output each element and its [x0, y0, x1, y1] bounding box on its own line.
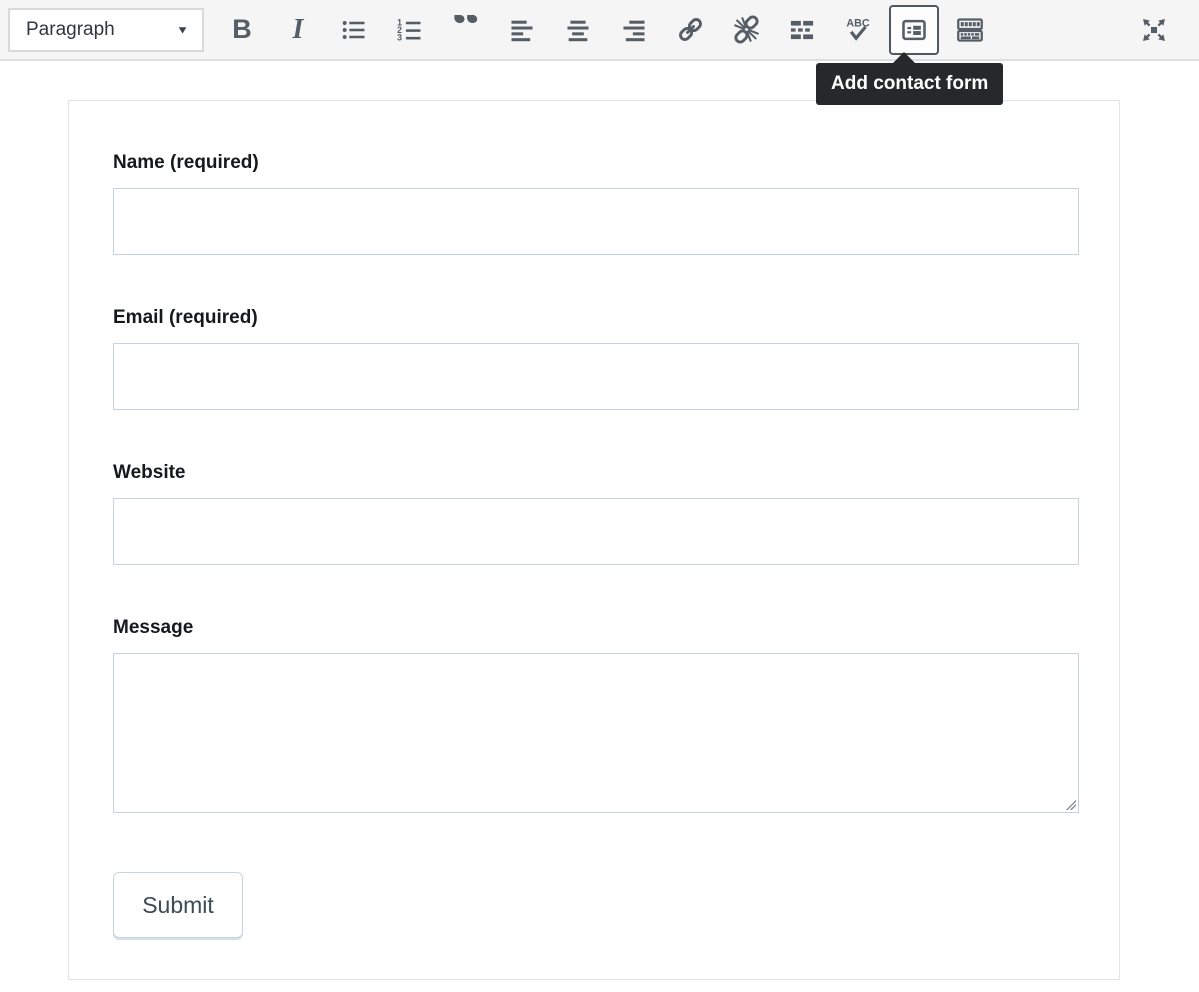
link-icon [676, 15, 705, 44]
form-field-message: Message [113, 616, 1077, 813]
contact-form-preview[interactable]: Name (required) Email (required) Website… [68, 100, 1120, 980]
spellcheck-button[interactable]: ABC [835, 7, 881, 53]
fullscreen-icon [1140, 16, 1168, 44]
form-field-website: Website [113, 461, 1077, 565]
bullet-list-icon [340, 16, 368, 44]
svg-text:ABC: ABC [846, 17, 870, 29]
paragraph-style-dropdown[interactable]: Paragraph ▼ [8, 8, 204, 52]
field-label-website: Website [113, 461, 1077, 484]
tooltip-label: Add contact form [831, 73, 988, 94]
editor-toolbar: Paragraph ▼ B I 1 2 3 “ [0, 0, 1199, 61]
bold-button[interactable]: B [219, 7, 265, 53]
keyboard-icon [955, 15, 985, 45]
field-label-email: Email (required) [113, 306, 1077, 329]
align-left-button[interactable] [499, 7, 545, 53]
tooltip-add-contact-form: Add contact form [816, 63, 1003, 105]
align-left-icon [508, 16, 536, 44]
email-input[interactable] [113, 343, 1079, 410]
field-label-name: Name (required) [113, 151, 1077, 174]
contact-form-icon [900, 16, 928, 44]
numbered-list-button[interactable]: 1 2 3 [387, 7, 433, 53]
field-label-message: Message [113, 616, 1077, 639]
link-button[interactable] [667, 7, 713, 53]
message-textarea[interactable] [113, 653, 1079, 813]
insert-more-tag-button[interactable] [779, 7, 825, 53]
submit-button[interactable]: Submit [113, 872, 243, 938]
name-input[interactable] [113, 188, 1079, 255]
align-center-icon [564, 16, 592, 44]
distraction-free-button[interactable] [1131, 7, 1177, 53]
italic-icon: I [293, 14, 304, 46]
align-right-icon [620, 16, 648, 44]
unlink-icon [732, 15, 761, 44]
form-field-email: Email (required) [113, 306, 1077, 410]
unlink-button[interactable] [723, 7, 769, 53]
paragraph-style-label: Paragraph [26, 19, 115, 41]
bullet-list-button[interactable] [331, 7, 377, 53]
blockquote-button[interactable]: “ [443, 7, 489, 53]
website-input[interactable] [113, 498, 1079, 565]
blockquote-icon: “ [452, 15, 481, 45]
form-field-name: Name (required) [113, 151, 1077, 255]
chevron-down-icon: ▼ [176, 23, 189, 36]
align-center-button[interactable] [555, 7, 601, 53]
align-right-button[interactable] [611, 7, 657, 53]
message-textarea-wrap [113, 653, 1079, 813]
resize-handle[interactable] [1065, 799, 1076, 810]
spellcheck-icon: ABC [843, 15, 873, 45]
bold-icon: B [232, 14, 252, 45]
italic-button[interactable]: I [275, 7, 321, 53]
toolbar-toggle-button[interactable] [947, 7, 993, 53]
svg-text:3: 3 [397, 32, 402, 42]
numbered-list-icon: 1 2 3 [396, 16, 424, 44]
more-tag-icon [788, 16, 816, 44]
add-contact-form-button[interactable] [889, 5, 939, 55]
